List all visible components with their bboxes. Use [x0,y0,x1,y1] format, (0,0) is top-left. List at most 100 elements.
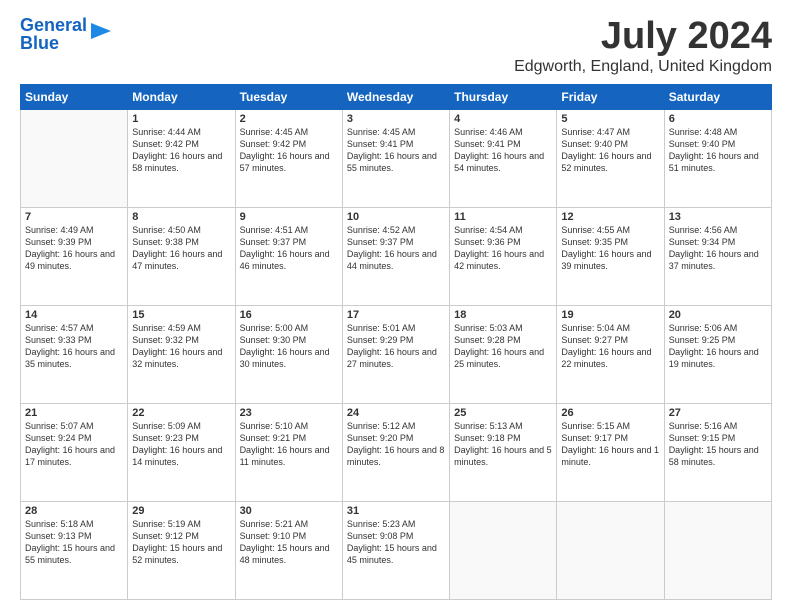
calendar-cell: 15Sunrise: 4:59 AMSunset: 9:32 PMDayligh… [128,305,235,403]
week-row-2: 7Sunrise: 4:49 AMSunset: 9:39 PMDaylight… [21,207,772,305]
week-row-5: 28Sunrise: 5:18 AMSunset: 9:13 PMDayligh… [21,501,772,599]
calendar-cell: 29Sunrise: 5:19 AMSunset: 9:12 PMDayligh… [128,501,235,599]
calendar-cell: 19Sunrise: 5:04 AMSunset: 9:27 PMDayligh… [557,305,664,403]
logo-blue: Blue [20,33,59,53]
calendar-cell [21,109,128,207]
week-row-3: 14Sunrise: 4:57 AMSunset: 9:33 PMDayligh… [21,305,772,403]
subtitle: Edgworth, England, United Kingdom [514,58,772,76]
calendar-cell: 3Sunrise: 4:45 AMSunset: 9:41 PMDaylight… [342,109,449,207]
cell-details: Sunrise: 5:21 AMSunset: 9:10 PMDaylight:… [240,518,338,567]
col-header-tuesday: Tuesday [235,84,342,109]
calendar-cell: 27Sunrise: 5:16 AMSunset: 9:15 PMDayligh… [664,403,771,501]
logo: General Blue [20,16,111,52]
cell-details: Sunrise: 4:48 AMSunset: 9:40 PMDaylight:… [669,126,767,175]
cell-details: Sunrise: 4:59 AMSunset: 9:32 PMDaylight:… [132,322,230,371]
main-title: July 2024 [514,16,772,58]
calendar-cell: 5Sunrise: 4:47 AMSunset: 9:40 PMDaylight… [557,109,664,207]
calendar-cell [664,501,771,599]
cell-details: Sunrise: 5:23 AMSunset: 9:08 PMDaylight:… [347,518,445,567]
col-header-monday: Monday [128,84,235,109]
day-number: 31 [347,505,445,517]
cell-details: Sunrise: 5:16 AMSunset: 9:15 PMDaylight:… [669,420,767,469]
cell-details: Sunrise: 5:06 AMSunset: 9:25 PMDaylight:… [669,322,767,371]
cell-details: Sunrise: 5:00 AMSunset: 9:30 PMDaylight:… [240,322,338,371]
col-header-thursday: Thursday [450,84,557,109]
day-number: 9 [240,211,338,223]
day-number: 25 [454,407,552,419]
col-header-sunday: Sunday [21,84,128,109]
calendar-cell: 20Sunrise: 5:06 AMSunset: 9:25 PMDayligh… [664,305,771,403]
day-number: 20 [669,309,767,321]
calendar-cell: 10Sunrise: 4:52 AMSunset: 9:37 PMDayligh… [342,207,449,305]
calendar-cell: 17Sunrise: 5:01 AMSunset: 9:29 PMDayligh… [342,305,449,403]
calendar-cell: 14Sunrise: 4:57 AMSunset: 9:33 PMDayligh… [21,305,128,403]
cell-details: Sunrise: 4:46 AMSunset: 9:41 PMDaylight:… [454,126,552,175]
day-number: 17 [347,309,445,321]
day-number: 19 [561,309,659,321]
cell-details: Sunrise: 5:09 AMSunset: 9:23 PMDaylight:… [132,420,230,469]
calendar-cell: 30Sunrise: 5:21 AMSunset: 9:10 PMDayligh… [235,501,342,599]
cell-details: Sunrise: 4:45 AMSunset: 9:42 PMDaylight:… [240,126,338,175]
cell-details: Sunrise: 5:15 AMSunset: 9:17 PMDaylight:… [561,420,659,469]
title-block: July 2024 Edgworth, England, United King… [514,16,772,76]
day-number: 2 [240,113,338,125]
day-number: 3 [347,113,445,125]
day-number: 10 [347,211,445,223]
cell-details: Sunrise: 5:07 AMSunset: 9:24 PMDaylight:… [25,420,123,469]
day-number: 28 [25,505,123,517]
day-number: 23 [240,407,338,419]
cell-details: Sunrise: 5:13 AMSunset: 9:18 PMDaylight:… [454,420,552,469]
calendar-cell: 4Sunrise: 4:46 AMSunset: 9:41 PMDaylight… [450,109,557,207]
calendar-cell: 7Sunrise: 4:49 AMSunset: 9:39 PMDaylight… [21,207,128,305]
calendar-cell: 1Sunrise: 4:44 AMSunset: 9:42 PMDaylight… [128,109,235,207]
cell-details: Sunrise: 4:44 AMSunset: 9:42 PMDaylight:… [132,126,230,175]
day-number: 21 [25,407,123,419]
day-number: 1 [132,113,230,125]
col-header-wednesday: Wednesday [342,84,449,109]
day-number: 7 [25,211,123,223]
col-header-friday: Friday [557,84,664,109]
calendar-cell: 23Sunrise: 5:10 AMSunset: 9:21 PMDayligh… [235,403,342,501]
week-row-1: 1Sunrise: 4:44 AMSunset: 9:42 PMDaylight… [21,109,772,207]
day-number: 11 [454,211,552,223]
calendar-cell: 24Sunrise: 5:12 AMSunset: 9:20 PMDayligh… [342,403,449,501]
cell-details: Sunrise: 4:50 AMSunset: 9:38 PMDaylight:… [132,224,230,273]
day-number: 14 [25,309,123,321]
day-number: 18 [454,309,552,321]
header: General Blue July 2024 Edgworth, England… [20,16,772,76]
cell-details: Sunrise: 5:03 AMSunset: 9:28 PMDaylight:… [454,322,552,371]
logo-arrow-icon [91,20,111,42]
calendar-table: SundayMondayTuesdayWednesdayThursdayFrid… [20,84,772,600]
calendar-cell: 11Sunrise: 4:54 AMSunset: 9:36 PMDayligh… [450,207,557,305]
calendar-cell: 25Sunrise: 5:13 AMSunset: 9:18 PMDayligh… [450,403,557,501]
cell-details: Sunrise: 5:19 AMSunset: 9:12 PMDaylight:… [132,518,230,567]
day-number: 27 [669,407,767,419]
day-number: 6 [669,113,767,125]
calendar-cell [450,501,557,599]
calendar-cell: 13Sunrise: 4:56 AMSunset: 9:34 PMDayligh… [664,207,771,305]
day-number: 26 [561,407,659,419]
day-number: 24 [347,407,445,419]
page: General Blue July 2024 Edgworth, England… [0,0,792,612]
cell-details: Sunrise: 5:01 AMSunset: 9:29 PMDaylight:… [347,322,445,371]
col-header-saturday: Saturday [664,84,771,109]
day-number: 29 [132,505,230,517]
cell-details: Sunrise: 5:10 AMSunset: 9:21 PMDaylight:… [240,420,338,469]
cell-details: Sunrise: 5:04 AMSunset: 9:27 PMDaylight:… [561,322,659,371]
cell-details: Sunrise: 4:45 AMSunset: 9:41 PMDaylight:… [347,126,445,175]
day-number: 30 [240,505,338,517]
logo-text: General Blue [20,16,87,52]
day-number: 8 [132,211,230,223]
cell-details: Sunrise: 4:54 AMSunset: 9:36 PMDaylight:… [454,224,552,273]
day-number: 4 [454,113,552,125]
week-row-4: 21Sunrise: 5:07 AMSunset: 9:24 PMDayligh… [21,403,772,501]
cell-details: Sunrise: 4:57 AMSunset: 9:33 PMDaylight:… [25,322,123,371]
cell-details: Sunrise: 5:12 AMSunset: 9:20 PMDaylight:… [347,420,445,469]
calendar-cell: 2Sunrise: 4:45 AMSunset: 9:42 PMDaylight… [235,109,342,207]
calendar-cell: 12Sunrise: 4:55 AMSunset: 9:35 PMDayligh… [557,207,664,305]
calendar-cell: 26Sunrise: 5:15 AMSunset: 9:17 PMDayligh… [557,403,664,501]
day-number: 12 [561,211,659,223]
day-number: 16 [240,309,338,321]
cell-details: Sunrise: 4:52 AMSunset: 9:37 PMDaylight:… [347,224,445,273]
calendar-cell: 18Sunrise: 5:03 AMSunset: 9:28 PMDayligh… [450,305,557,403]
